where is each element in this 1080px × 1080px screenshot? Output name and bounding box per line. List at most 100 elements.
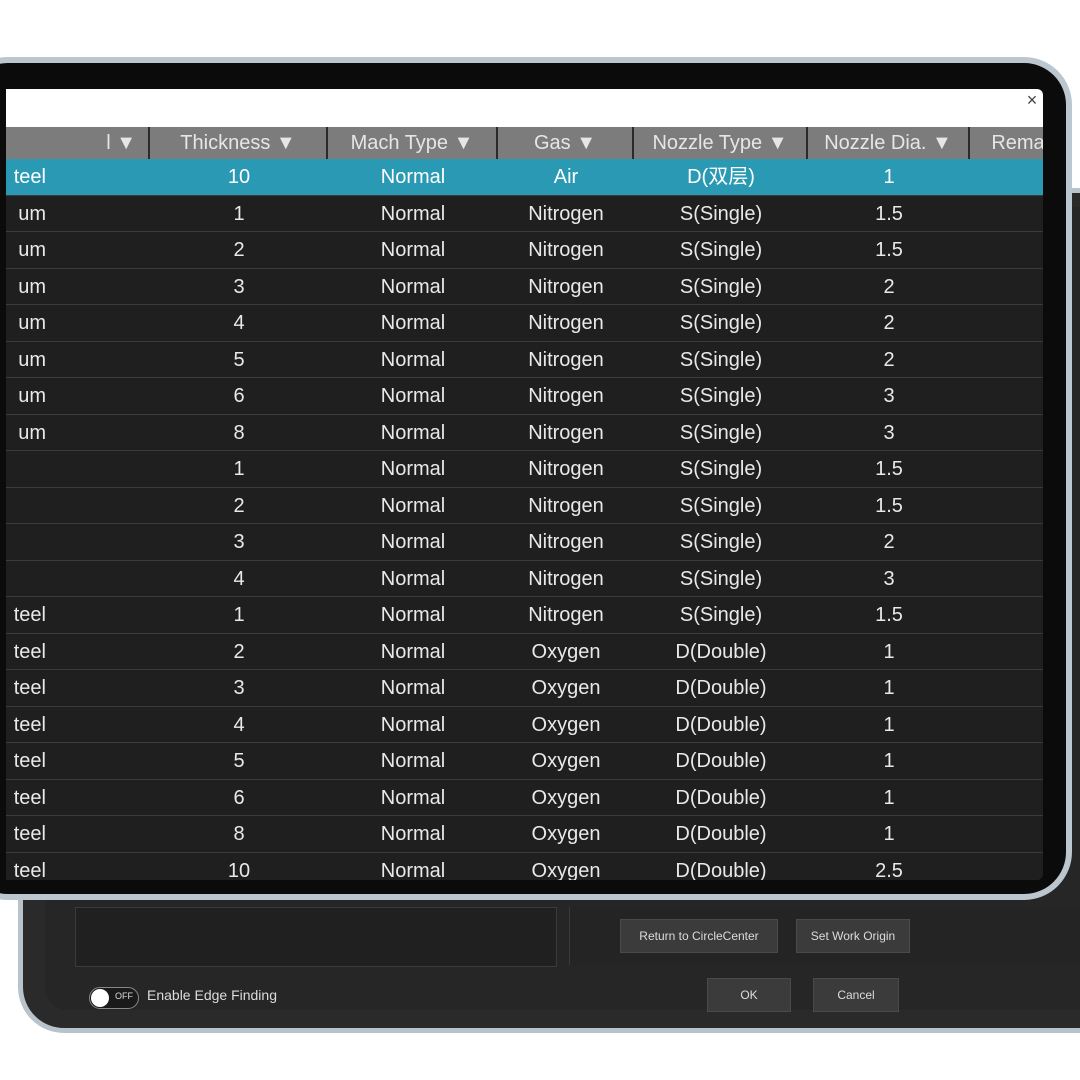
column-header-thickness[interactable]: Thickness ▼	[150, 127, 328, 159]
column-header-mach-type[interactable]: Mach Type ▼	[328, 127, 498, 159]
cell-material: teel	[13, 677, 46, 699]
column-header-material[interactable]: l ▼	[6, 127, 150, 159]
table-row[interactable]: 1 Normal Nitrogen S(Single) 1.5	[6, 451, 1043, 488]
cell-remark	[970, 816, 1043, 852]
cell-remark	[970, 196, 1043, 232]
cell-nozzle-type: S(Single)	[679, 567, 763, 590]
process-library-dialog: × l ▼ Thickness ▼ Mach Type ▼ Gas ▼ Nozzle T…	[6, 89, 1043, 880]
cell-nozzle-dia: 1.5	[875, 458, 903, 480]
column-header-nozzle-type[interactable]: Nozzle Type ▼	[634, 127, 808, 159]
cell-nozzle-type: D(Double)	[675, 823, 767, 845]
cell-material: um	[18, 421, 46, 444]
cell-nozzle-dia: 1	[883, 677, 895, 699]
table-row[interactable]: 2 Normal Nitrogen S(Single) 1.5	[6, 487, 1043, 524]
cell-thickness: 1	[233, 458, 245, 480]
cell-gas: Nitrogen	[528, 385, 604, 407]
cell-gas: Nitrogen	[528, 604, 604, 626]
cell-mach-type: Normal	[380, 275, 446, 298]
column-header-nozzle-dia[interactable]: Nozzle Dia. ▼	[808, 127, 970, 159]
cell-gas: Oxygen	[531, 640, 601, 663]
cell-mach-type: Normal	[380, 604, 446, 626]
column-header-gas[interactable]: Gas ▼	[498, 127, 634, 159]
cell-nozzle-type: D(Double)	[675, 713, 767, 736]
cell-nozzle-type: D(Double)	[675, 786, 767, 809]
cell-gas: Oxygen	[531, 750, 601, 772]
close-icon[interactable]: ×	[1023, 91, 1041, 109]
table-row[interactable]: teel 8 Normal Oxygen D(Double) 1	[6, 816, 1043, 853]
table-row[interactable]: 3 Normal Nitrogen S(Single) 2	[6, 524, 1043, 561]
cell-material: um	[18, 385, 46, 407]
column-header-remark[interactable]: Remark ▼	[970, 127, 1043, 159]
table-row[interactable]: teel 2 Normal Oxygen D(Double) 1	[6, 633, 1043, 670]
cell-material: teel	[13, 604, 46, 626]
cell-mach-type: Normal	[380, 421, 446, 444]
cell-nozzle-type: S(Single)	[679, 239, 763, 261]
cancel-button[interactable]: Cancel	[813, 978, 899, 1012]
cell-gas: Oxygen	[531, 713, 601, 736]
table-row[interactable]: teel 6 Normal Oxygen D(Double) 1	[6, 779, 1043, 816]
table-row[interactable]: um 2 Normal Nitrogen S(Single) 1.5	[6, 232, 1043, 269]
cell-mach-type: Normal	[380, 859, 446, 881]
cell-thickness: 4	[233, 567, 245, 590]
cell-mach-type: Normal	[380, 239, 446, 261]
cell-thickness: 1	[233, 604, 245, 626]
cell-gas: Nitrogen	[528, 458, 604, 480]
cell-nozzle-dia: 2	[883, 275, 895, 298]
dialog-titlebar: ×	[6, 89, 1043, 127]
cell-material: teel	[13, 859, 46, 881]
cell-gas: Air	[553, 166, 579, 188]
table-row[interactable]: um 1 Normal Nitrogen S(Single) 1.5	[6, 195, 1043, 232]
cell-material	[6, 488, 46, 524]
table-row[interactable]: teel 4 Normal Oxygen D(Double) 1	[6, 706, 1043, 743]
cell-mach-type: Normal	[380, 750, 446, 772]
cell-remark	[970, 415, 1043, 451]
table-row[interactable]: teel 10 Normal Oxygen D(Double) 2.5	[6, 852, 1043, 881]
table-row[interactable]: 4 Normal Nitrogen S(Single) 3	[6, 560, 1043, 597]
table-row[interactable]: um 4 Normal Nitrogen S(Single) 2	[6, 305, 1043, 342]
cell-nozzle-type: S(Single)	[679, 421, 763, 444]
table-row[interactable]: teel 5 Normal Oxygen D(Double) 1	[6, 743, 1043, 780]
cell-nozzle-type: D(Double)	[675, 677, 767, 699]
cell-material: teel	[13, 713, 46, 736]
cell-nozzle-type: S(Single)	[679, 348, 763, 371]
cell-thickness: 3	[233, 677, 245, 699]
cell-nozzle-type: S(Single)	[679, 275, 763, 298]
table-row[interactable]: um 5 Normal Nitrogen S(Single) 2	[6, 341, 1043, 378]
table-row[interactable]: um 6 Normal Nitrogen S(Single) 3	[6, 378, 1043, 415]
table-row[interactable]: teel 1 Normal Nitrogen S(Single) 1.5	[6, 597, 1043, 634]
cell-nozzle-dia: 1.5	[875, 239, 903, 261]
edge-finding-label: Enable Edge Finding	[147, 987, 277, 1003]
cell-gas: Nitrogen	[528, 494, 604, 517]
cell-gas: Oxygen	[531, 786, 601, 809]
table-row[interactable]: um 8 Normal Nitrogen S(Single) 3	[6, 414, 1043, 451]
set-work-origin-button[interactable]: Set Work Origin	[796, 919, 910, 953]
cell-nozzle-dia: 2.5	[875, 859, 903, 881]
return-to-circle-center-button[interactable]: Return to CircleCenter	[620, 919, 778, 953]
cell-gas: Oxygen	[531, 823, 601, 845]
table-row[interactable]: um 3 Normal Nitrogen S(Single) 2	[6, 268, 1043, 305]
cell-nozzle-type: D(Double)	[675, 750, 767, 772]
cell-remark	[970, 634, 1043, 670]
cell-material: um	[18, 312, 46, 334]
cell-gas: Nitrogen	[528, 531, 604, 553]
cell-mach-type: Normal	[380, 531, 446, 553]
table-row[interactable]: teel 3 Normal Oxygen D(Double) 1	[6, 670, 1043, 707]
cell-thickness: 2	[233, 239, 245, 261]
cell-nozzle-dia: 3	[883, 385, 895, 407]
table-row-selected[interactable]: teel 10 Normal Air D(双层) 1	[6, 159, 1043, 196]
cell-gas: Nitrogen	[528, 421, 604, 444]
cell-mach-type: Normal	[380, 385, 446, 407]
cell-remark	[970, 561, 1043, 597]
parameter-table: l ▼ Thickness ▼ Mach Type ▼ Gas ▼ Nozzle Typ…	[6, 127, 1043, 880]
cell-thickness: 6	[233, 786, 245, 809]
cell-nozzle-dia: 1	[883, 713, 895, 736]
cell-nozzle-dia: 2	[883, 312, 895, 334]
cell-remark	[970, 743, 1043, 779]
cell-gas: Oxygen	[531, 859, 601, 881]
cell-material: teel	[13, 823, 46, 845]
cell-material: um	[18, 239, 46, 261]
edge-finding-toggle[interactable]: OFF	[89, 987, 139, 1009]
ok-button[interactable]: OK	[707, 978, 791, 1012]
back-dialog-left-panel	[75, 907, 557, 967]
cell-mach-type: Normal	[380, 713, 446, 736]
